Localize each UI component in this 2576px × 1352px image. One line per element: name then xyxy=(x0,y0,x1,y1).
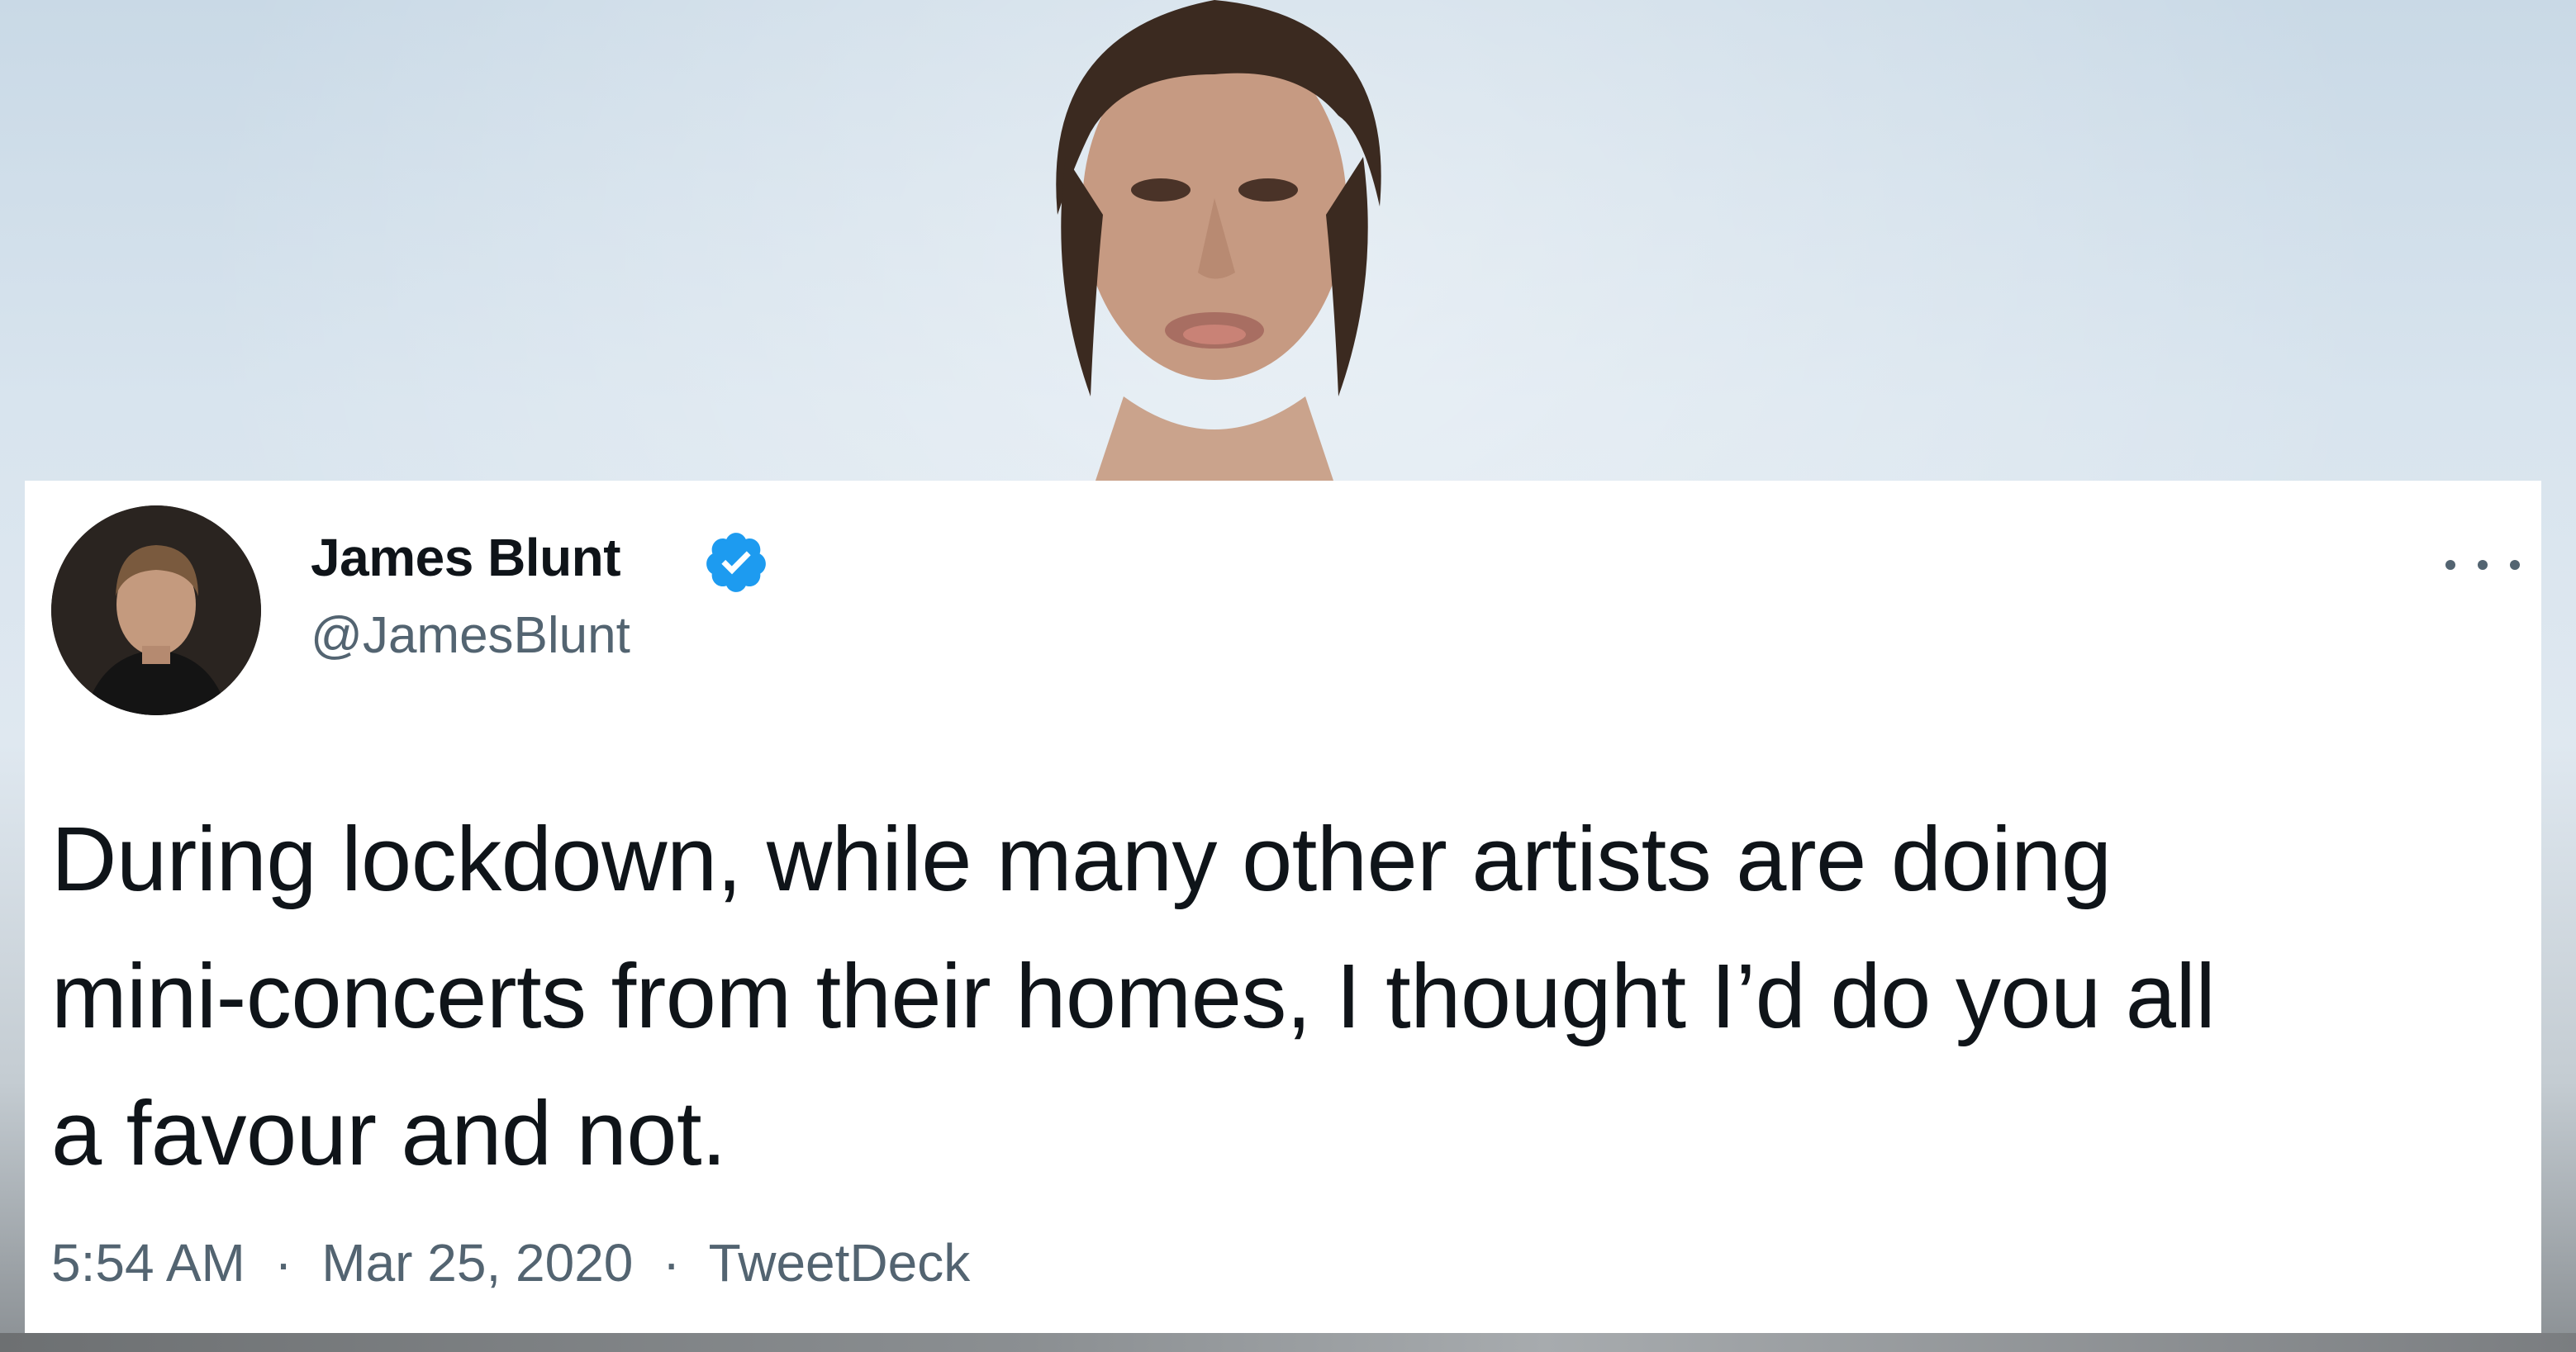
avatar[interactable] xyxy=(51,505,261,715)
background-person-photo xyxy=(1056,0,1381,496)
tweet-text-line: a favour and not. xyxy=(51,1083,727,1184)
meta-separator: · xyxy=(259,1233,307,1293)
meta-separator: · xyxy=(648,1233,696,1293)
more-dot xyxy=(2510,560,2520,570)
screenshot-scene: James Blunt @JamesBlunt During lockdown,… xyxy=(0,0,2576,1352)
more-horizontal-icon[interactable] xyxy=(2445,547,2520,583)
user-name[interactable]: James Blunt xyxy=(311,527,621,588)
tweet-text-line: During lockdown, while many other artist… xyxy=(51,809,2112,910)
background-bottom-strip xyxy=(0,1333,2576,1352)
more-dot xyxy=(2478,560,2488,570)
profile-photo-icon xyxy=(51,505,261,715)
user-handle[interactable]: @JamesBlunt xyxy=(311,606,630,665)
tweet-card[interactable]: James Blunt @JamesBlunt During lockdown,… xyxy=(25,481,2541,1333)
tweet-text-line: mini-concerts from their homes, I though… xyxy=(51,946,2216,1047)
tweet-source[interactable]: TweetDeck xyxy=(709,1233,971,1293)
tweet-time[interactable]: 5:54 AM xyxy=(51,1233,245,1293)
verified-badge-icon xyxy=(706,533,766,592)
tweet-meta: 5:54 AM · Mar 25, 2020 · TweetDeck xyxy=(51,1232,970,1293)
more-dot xyxy=(2445,560,2455,570)
tweet-text: During lockdown, while many other artist… xyxy=(51,791,2513,1203)
tweet-date[interactable]: Mar 25, 2020 xyxy=(321,1233,633,1293)
